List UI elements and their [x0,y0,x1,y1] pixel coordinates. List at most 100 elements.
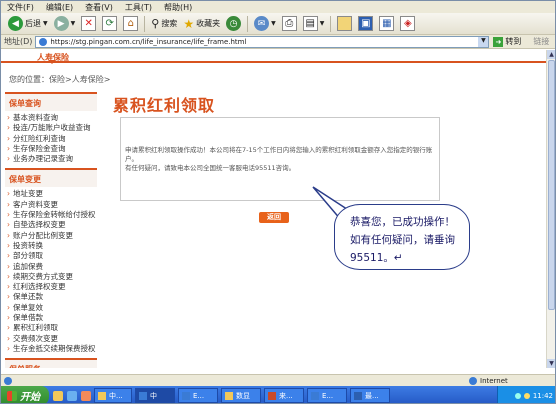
sidebar-item[interactable]: 自垫选择权变更 [5,220,97,231]
sidebar-section-query: 保单查询 基本资料查询 投连/万能账户收益查询 分红险红利查询 生存保险金查询 … [5,92,97,168]
menu-view[interactable]: 查看(V) [85,2,113,13]
sidebar-item[interactable]: 投连/万能账户收益查询 [5,123,97,134]
start-label: 开始 [20,392,40,403]
edit-button[interactable]: ▤ ▼ [300,15,328,33]
sidebar-item[interactable]: 保单还款 [5,292,97,303]
callout-bubble: 恭喜您，已成功操作！如有任何疑问，请垂询 95511。↵ [334,204,470,270]
quicklaunch-icon[interactable] [81,390,91,401]
task-label: 中 [150,391,157,400]
search-button[interactable]: ⚲ 搜索 [148,15,180,33]
back-arrow-icon: ◀ [8,16,23,31]
research-button[interactable]: ▦ [376,15,397,33]
task-label: 最... [365,391,379,400]
menu-edit[interactable]: 编辑(E) [46,2,73,13]
page-status-icon [4,376,12,385]
taskbar-item[interactable]: 中... [94,388,132,403]
sidebar-item[interactable]: 生存金抵交续期保费授权 [5,344,97,355]
task-label: 数显 [236,391,250,400]
task-label: 中... [109,391,123,400]
sidebar-item[interactable]: 分红险红利查询 [5,134,97,145]
sidebar-item[interactable]: 保单借款 [5,313,97,324]
stop-button[interactable]: ✕ [78,15,99,33]
chevron-down-icon: ▼ [271,20,276,27]
sidebar-item[interactable]: 累积红利领取 [5,323,97,334]
sidebar-item[interactable]: 续期交费方式变更 [5,272,97,283]
sidebar-item[interactable]: 地址变更 [5,189,97,200]
quicklaunch-icon[interactable] [67,390,77,401]
sidebar-item[interactable]: 基本资料查询 [5,113,97,124]
search-label: 搜索 [161,19,178,28]
tray-icon[interactable] [523,392,530,399]
sidebar-item[interactable]: 部分领取 [5,251,97,262]
active-tab-marker [48,60,56,64]
chevron-down-icon[interactable]: ▼ [478,36,489,47]
taskbar-item[interactable]: 来... [264,388,304,403]
sidebar-item[interactable]: 生存保险金转帐给付授权 [5,210,97,221]
taskbar-item[interactable]: E... [307,388,347,403]
favorites-button[interactable]: ★ 收藏夹 [180,15,223,33]
taskbar-item[interactable]: E... [178,388,218,403]
start-button[interactable]: 开始 [1,386,49,403]
folder-button[interactable] [334,15,355,33]
sidebar-item[interactable]: 客户资料变更 [5,200,97,211]
edit-icon: ▤ [302,16,318,31]
system-tray: 11:42 [497,386,555,403]
back-return-button[interactable]: 返回 [259,212,289,223]
home-button[interactable]: ⌂ [120,15,141,33]
refresh-button[interactable]: ⟳ [99,15,120,33]
menu-file[interactable]: 文件(F) [7,2,34,13]
folder-icon [337,16,353,31]
address-input[interactable]: https://stg.pingan.com.cn/life_insurance… [35,35,490,48]
forward-button[interactable]: ▶ ▼ [51,15,79,33]
address-label: 地址(D) [4,37,33,46]
breadcrumb: 您的位置：保险>人寿保险> [9,75,111,84]
task-label: 来... [279,391,293,400]
tray-icon[interactable] [514,392,521,399]
quicklaunch-icon[interactable] [53,390,63,401]
toolbar-divider [144,15,146,32]
vertical-scrollbar[interactable]: ▲ ▼ [546,50,555,368]
sidebar-item[interactable]: 业务办理记录查询 [5,154,97,165]
callout-text: 恭喜您，已成功操作！如有任何疑问，请垂询 95511。↵ [350,216,455,264]
taskbar: 开始 中... 中 E... 数显 来... E... 最... 11:42 [1,386,555,403]
task-icon [354,391,362,400]
sidebar-section-change: 保单变更 地址变更 客户资料变更 生存保险金转帐给付授权 自垫选择权变更 账户分… [5,168,97,358]
page-content: 人寿保险 您的位置：保险>人寿保险> 保单查询 基本资料查询 投连/万能账户收益… [1,50,546,368]
sidebar-item[interactable]: 生存保险金查询 [5,144,97,155]
sidebar-item[interactable]: 交费频次变更 [5,334,97,345]
sidebar-list: 地址变更 客户资料变更 生存保险金转帐给付授权 自垫选择权变更 账户分配比例变更… [5,187,97,358]
menu-help[interactable]: 帮助(H) [164,2,192,13]
mail-icon: ✉ [254,16,270,31]
menu-tools[interactable]: 工具(T) [125,2,152,13]
sidebar-item[interactable]: 红利选择权变更 [5,282,97,293]
task-label: E... [193,391,205,400]
scroll-up-icon[interactable]: ▲ [547,50,555,59]
toolbar-divider [330,15,332,32]
chevron-down-icon: ▼ [319,20,325,27]
sidebar-item[interactable]: 保单复效 [5,303,97,314]
messenger-icon: ▣ [358,16,374,31]
scroll-down-icon[interactable]: ▼ [547,359,555,368]
mail-button[interactable]: ✉ ▼ [251,15,279,33]
links-button[interactable]: 链接 [533,36,549,47]
home-icon: ⌂ [123,16,139,31]
task-icon [182,391,190,400]
globe-icon [469,376,477,385]
history-button[interactable]: ◷ [223,15,244,33]
taskbar-item[interactable]: 中 [135,388,175,403]
scroll-thumb[interactable] [548,60,555,310]
task-icon [139,391,147,400]
messenger-button[interactable]: ▣ [355,15,376,33]
sidebar-item[interactable]: 投资转换 [5,241,97,252]
discuss-button[interactable]: ◈ [397,15,418,33]
go-button[interactable]: ➜ 转到 [493,36,521,47]
taskbar-item[interactable]: 数显 [221,388,261,403]
back-button[interactable]: ◀ 后退 ▼ [5,15,51,33]
sidebar-item[interactable]: 追加保费 [5,262,97,273]
taskbar-item[interactable]: 最... [350,388,390,403]
sidebar-item[interactable]: 账户分配比例变更 [5,231,97,242]
contact-message: 有任何疑问，请致电本公司全国统一客服电话95511咨询。 [125,164,296,172]
back-label: 后退 [25,19,41,28]
print-button[interactable]: ⎙ [279,15,300,33]
success-message: 申请累积红利领取操作成功！本公司将在7-15个工作日内将您输入的累积红利领取金额… [125,146,433,163]
